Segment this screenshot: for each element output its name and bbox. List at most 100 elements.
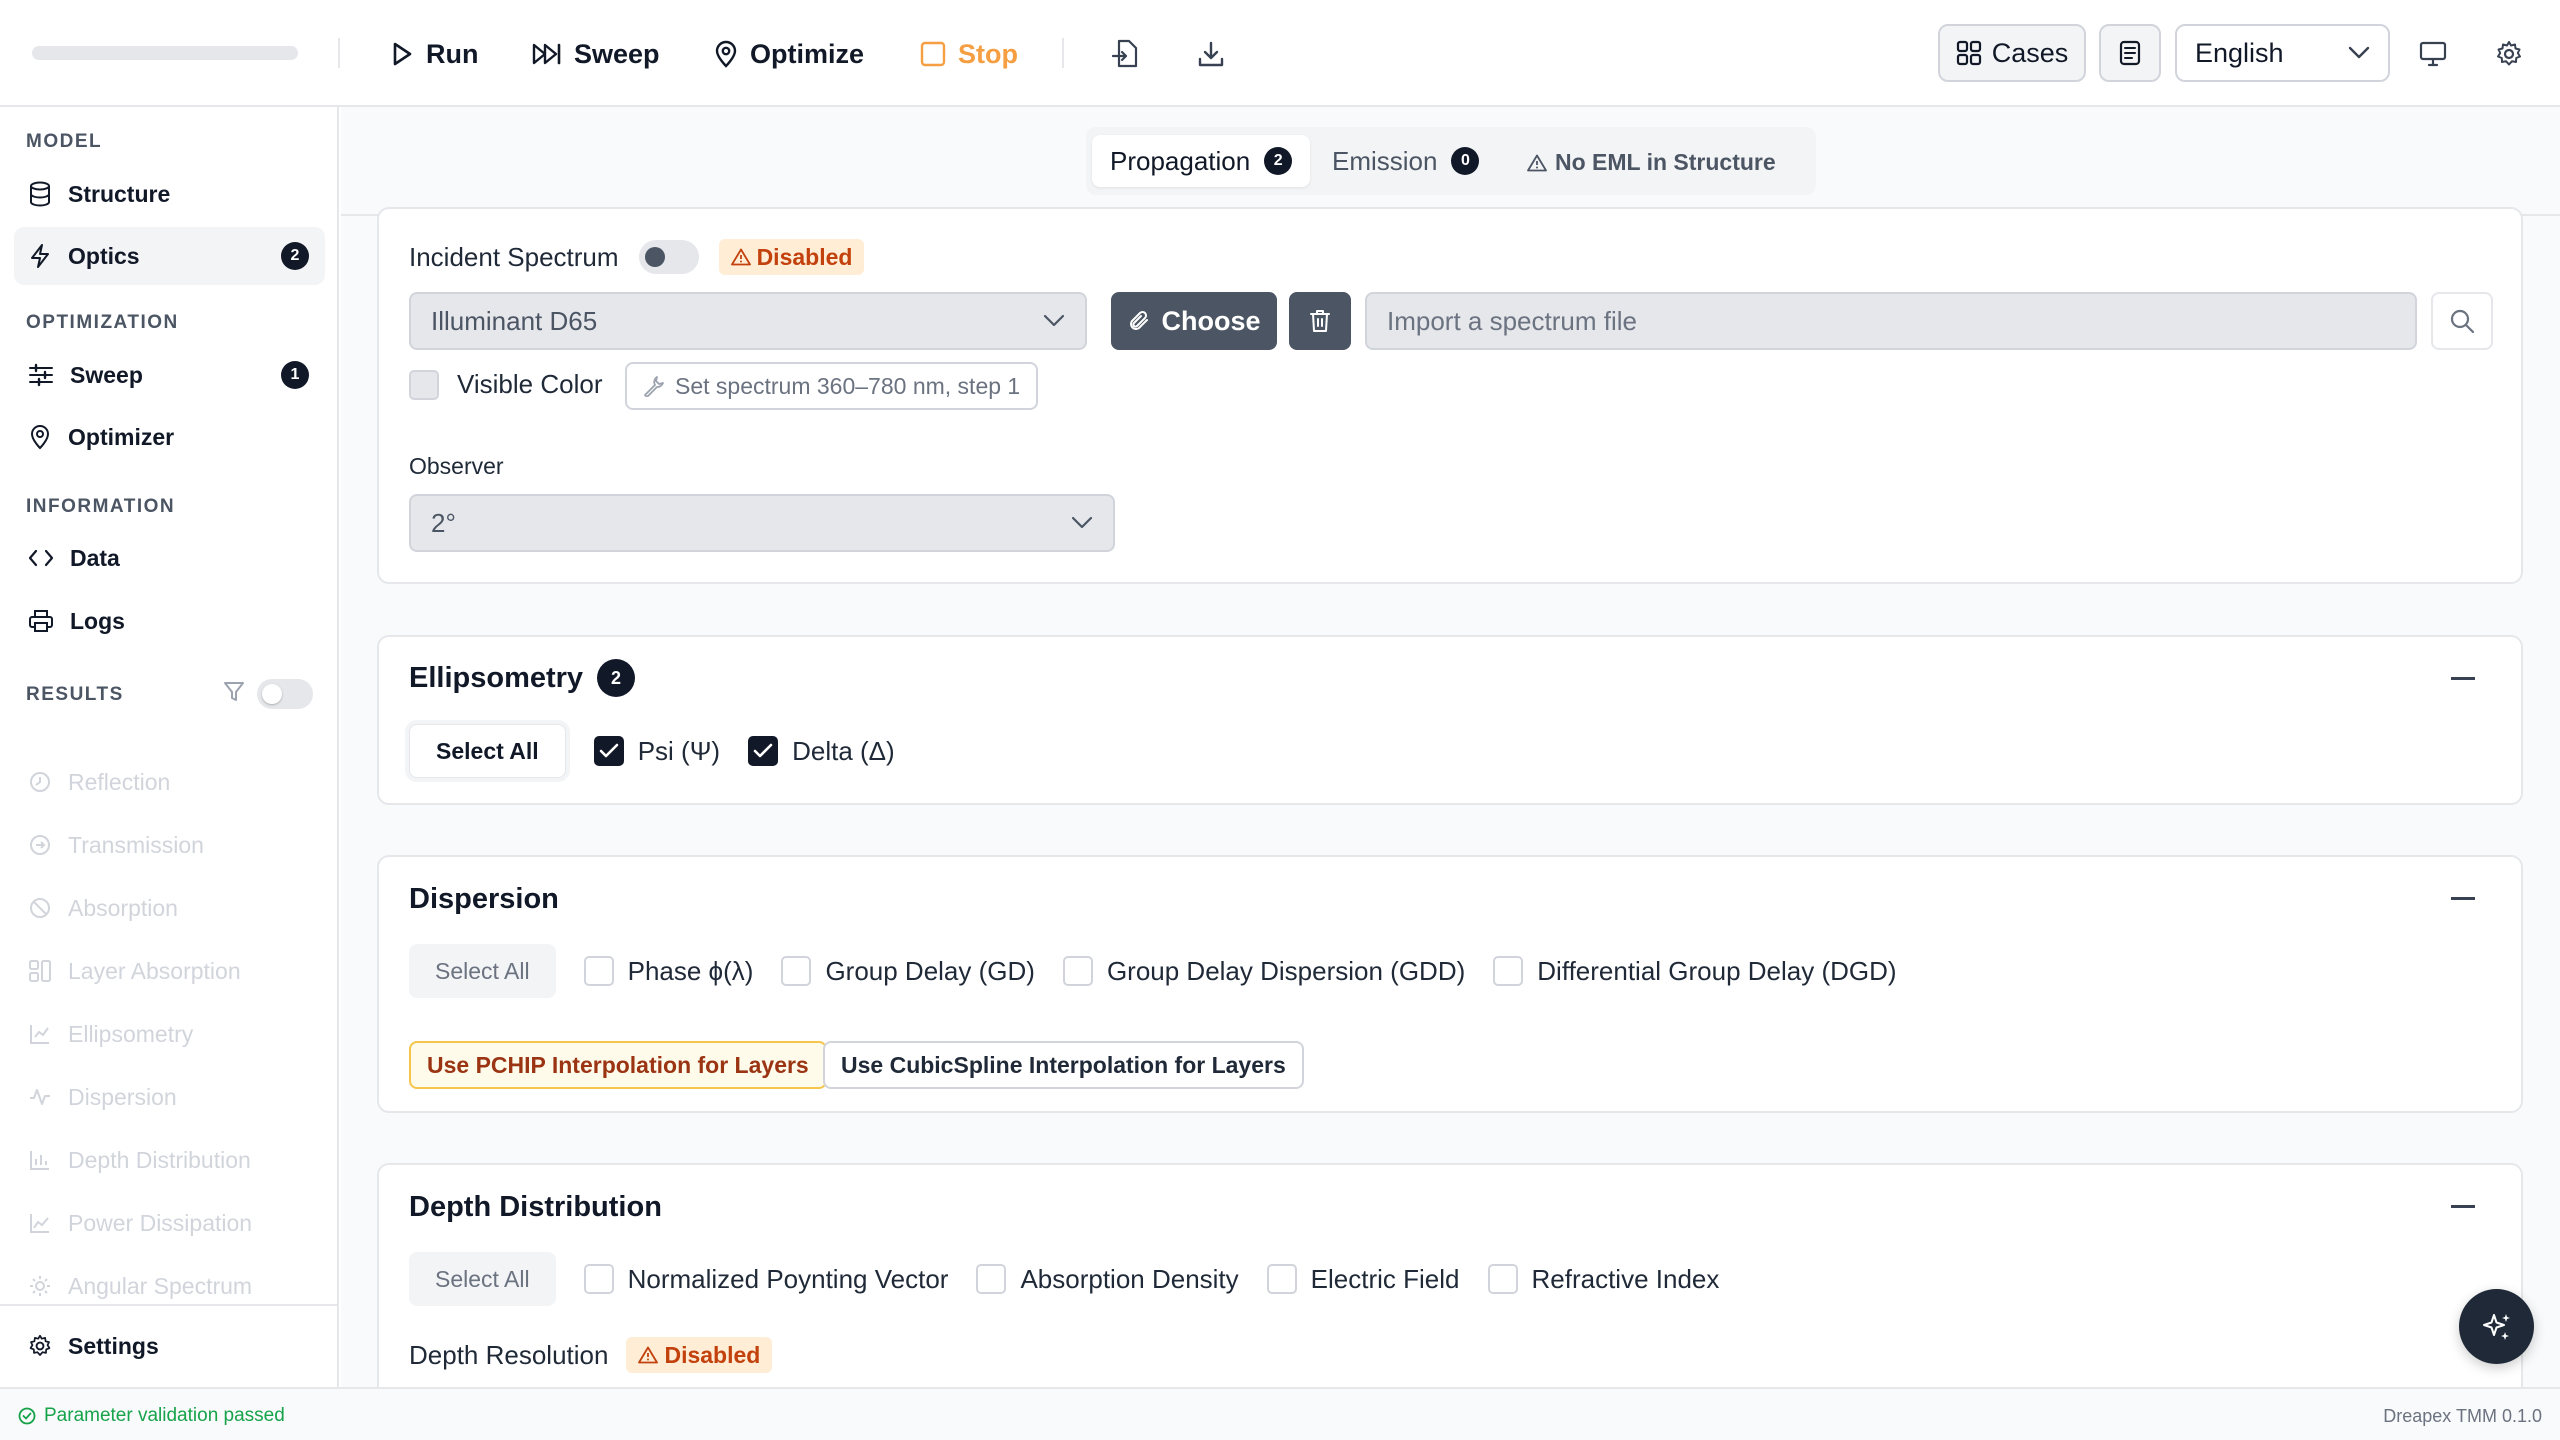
psi-checkbox[interactable]: Psi (Ψ): [593, 735, 721, 767]
bar-chart-icon: [28, 1148, 52, 1172]
checkbox-box: [583, 956, 614, 986]
sidebar-item-data[interactable]: Data: [14, 529, 325, 587]
dgd-label: Differential Group Delay (DGD): [1537, 955, 1897, 986]
group-delay-checkbox[interactable]: Group Delay (GD): [781, 956, 1035, 987]
observer-value: 2°: [431, 507, 456, 538]
notes-button[interactable]: [2099, 24, 2161, 82]
sidebar-item-transmission[interactable]: Transmission: [14, 816, 325, 874]
sidebar-item-label: Absorption: [68, 894, 178, 921]
validation-status: Parameter validation passed: [18, 1405, 285, 1427]
sidebar-item-label: Optimizer: [68, 423, 175, 450]
warning-triangle-icon: [730, 248, 751, 266]
search-spectrum-button[interactable]: [2431, 292, 2493, 350]
sidebar-item-label: Power Dissipation: [68, 1209, 253, 1236]
warning-triangle-icon: [1527, 154, 1547, 172]
sidebar-item-power-dissipation[interactable]: Power Dissipation: [14, 1194, 325, 1252]
gear-icon[interactable]: [2491, 36, 2527, 72]
dispersion-select-all-button[interactable]: Select All: [409, 944, 556, 998]
dispersion-options: Select All Phase ϕ(λ) Group Delay (GD) G…: [409, 944, 1897, 998]
sidebar-item-dispersion[interactable]: Dispersion: [14, 1068, 325, 1126]
sidebar-item-layer-absorption[interactable]: Layer Absorption: [14, 942, 325, 1000]
sidebar-item-optimizer[interactable]: Optimizer: [14, 408, 325, 466]
language-select[interactable]: English: [2175, 24, 2390, 82]
cases-button[interactable]: Cases: [1938, 24, 2086, 82]
sidebar-item-optics[interactable]: Optics 2: [14, 227, 325, 285]
sidebar-item-label: Dispersion: [68, 1083, 177, 1110]
pchip-interpolation-button[interactable]: Use PCHIP Interpolation for Layers: [409, 1041, 827, 1089]
sidebar-item-settings[interactable]: Settings: [14, 1317, 325, 1375]
sidebar-item-label: Structure: [68, 180, 171, 207]
sidebar-section-results: RESULTS: [26, 684, 124, 705]
depth-resolution-label: Depth Resolution: [409, 1339, 609, 1370]
psi-label: Psi (Ψ): [637, 735, 721, 766]
app-version: Dreapex TMM 0.1.0: [2383, 1406, 2542, 1426]
lightning-icon: [28, 243, 52, 269]
checkbox-box: [593, 736, 624, 766]
group-delay-label: Group Delay (GD): [825, 955, 1035, 986]
sun-icon: [28, 1274, 52, 1298]
tab-propagation[interactable]: Propagation 2: [1092, 135, 1311, 187]
spectrum-file-input[interactable]: Import a spectrum file: [1365, 292, 2417, 350]
absorption-density-checkbox[interactable]: Absorption Density: [976, 1264, 1239, 1295]
visible-color-checkbox[interactable]: Visible Color: [409, 369, 602, 400]
sidebar-item-label: Layer Absorption: [68, 957, 241, 984]
delta-checkbox[interactable]: Delta (Δ): [748, 736, 895, 767]
results-filter-toggle[interactable]: [257, 679, 313, 709]
gear-icon: [28, 1334, 52, 1358]
depth-select-all-button[interactable]: Select All: [409, 1252, 556, 1306]
ai-assistant-button[interactable]: [2459, 1289, 2534, 1364]
depth-title-row: Depth Distribution: [409, 1191, 662, 1224]
optics-count-badge: 2: [281, 242, 309, 270]
ellipsometry-select-all-button[interactable]: Select All: [409, 724, 566, 778]
phase-checkbox[interactable]: Phase ϕ(λ): [583, 956, 753, 987]
incident-spectrum-toggle[interactable]: [638, 240, 699, 274]
sparkles-icon: [2480, 1310, 2514, 1344]
cubicspline-interpolation-button[interactable]: Use CubicSpline Interpolation for Layers: [823, 1041, 1304, 1089]
sidebar-item-label: Logs: [70, 607, 125, 634]
tab-emission[interactable]: Emission 0: [1314, 135, 1497, 187]
sidebar-item-label: Sweep: [70, 361, 143, 388]
sidebar-item-ellipsometry[interactable]: Ellipsometry: [14, 1005, 325, 1063]
check-circle-icon: [18, 1407, 36, 1425]
import-file-icon[interactable]: [1107, 36, 1143, 72]
map-pin-icon: [28, 424, 52, 450]
choose-file-button[interactable]: Choose: [1111, 292, 1277, 350]
electric-field-checkbox[interactable]: Electric Field: [1266, 1264, 1460, 1295]
sidebar-item-reflection[interactable]: Reflection: [14, 753, 325, 811]
sliders-icon: [28, 363, 54, 387]
eml-warning: No EML in Structure: [1527, 149, 1776, 176]
collapse-icon[interactable]: [2451, 1205, 2475, 1208]
sidebar-item-label: Data: [70, 544, 120, 571]
sidebar-item-angular-spectrum[interactable]: Angular Spectrum: [14, 1257, 325, 1315]
dgd-checkbox[interactable]: Differential Group Delay (DGD): [1493, 955, 1897, 987]
sidebar-item-sweep[interactable]: Sweep 1: [14, 346, 325, 404]
sidebar-item-depth-distribution[interactable]: Depth Distribution: [14, 1131, 325, 1189]
main-content: Propagation 2 Emission 0 No EML in Struc…: [341, 107, 2560, 1387]
cases-label: Cases: [1991, 37, 2069, 68]
set-spectrum-button[interactable]: Set spectrum 360–780 nm, step 1: [625, 362, 1039, 410]
monitor-icon[interactable]: [2415, 36, 2451, 72]
illuminant-select[interactable]: Illuminant D65: [409, 292, 1087, 350]
run-button[interactable]: Run: [390, 30, 478, 78]
observer-select[interactable]: 2°: [409, 494, 1115, 552]
stop-button[interactable]: Stop: [920, 30, 1018, 78]
collapse-icon[interactable]: [2451, 897, 2475, 900]
optimize-button[interactable]: Optimize: [714, 30, 864, 78]
observer-label: Observer: [409, 453, 504, 479]
visible-color-label: Visible Color: [457, 369, 603, 399]
gdd-checkbox[interactable]: Group Delay Dispersion (GDD): [1062, 956, 1465, 987]
collapse-icon[interactable]: [2451, 677, 2475, 680]
eml-warning-text: No EML in Structure: [1555, 149, 1776, 175]
sidebar-item-structure[interactable]: Structure: [14, 165, 325, 223]
refractive-index-checkbox[interactable]: Refractive Index: [1487, 1264, 1719, 1295]
sidebar-item-absorption[interactable]: Absorption: [14, 879, 325, 937]
delete-spectrum-button[interactable]: [1289, 292, 1351, 350]
download-icon[interactable]: [1193, 36, 1229, 72]
checkbox-box: [583, 1264, 614, 1294]
checkbox-box: [409, 369, 439, 400]
sidebar-item-logs[interactable]: Logs: [14, 592, 325, 650]
poynting-checkbox[interactable]: Normalized Poynting Vector: [583, 1264, 948, 1295]
sweep-button[interactable]: Sweep: [532, 30, 660, 78]
filter-icon[interactable]: [222, 680, 246, 704]
ellipsometry-title: Ellipsometry: [409, 661, 584, 694]
